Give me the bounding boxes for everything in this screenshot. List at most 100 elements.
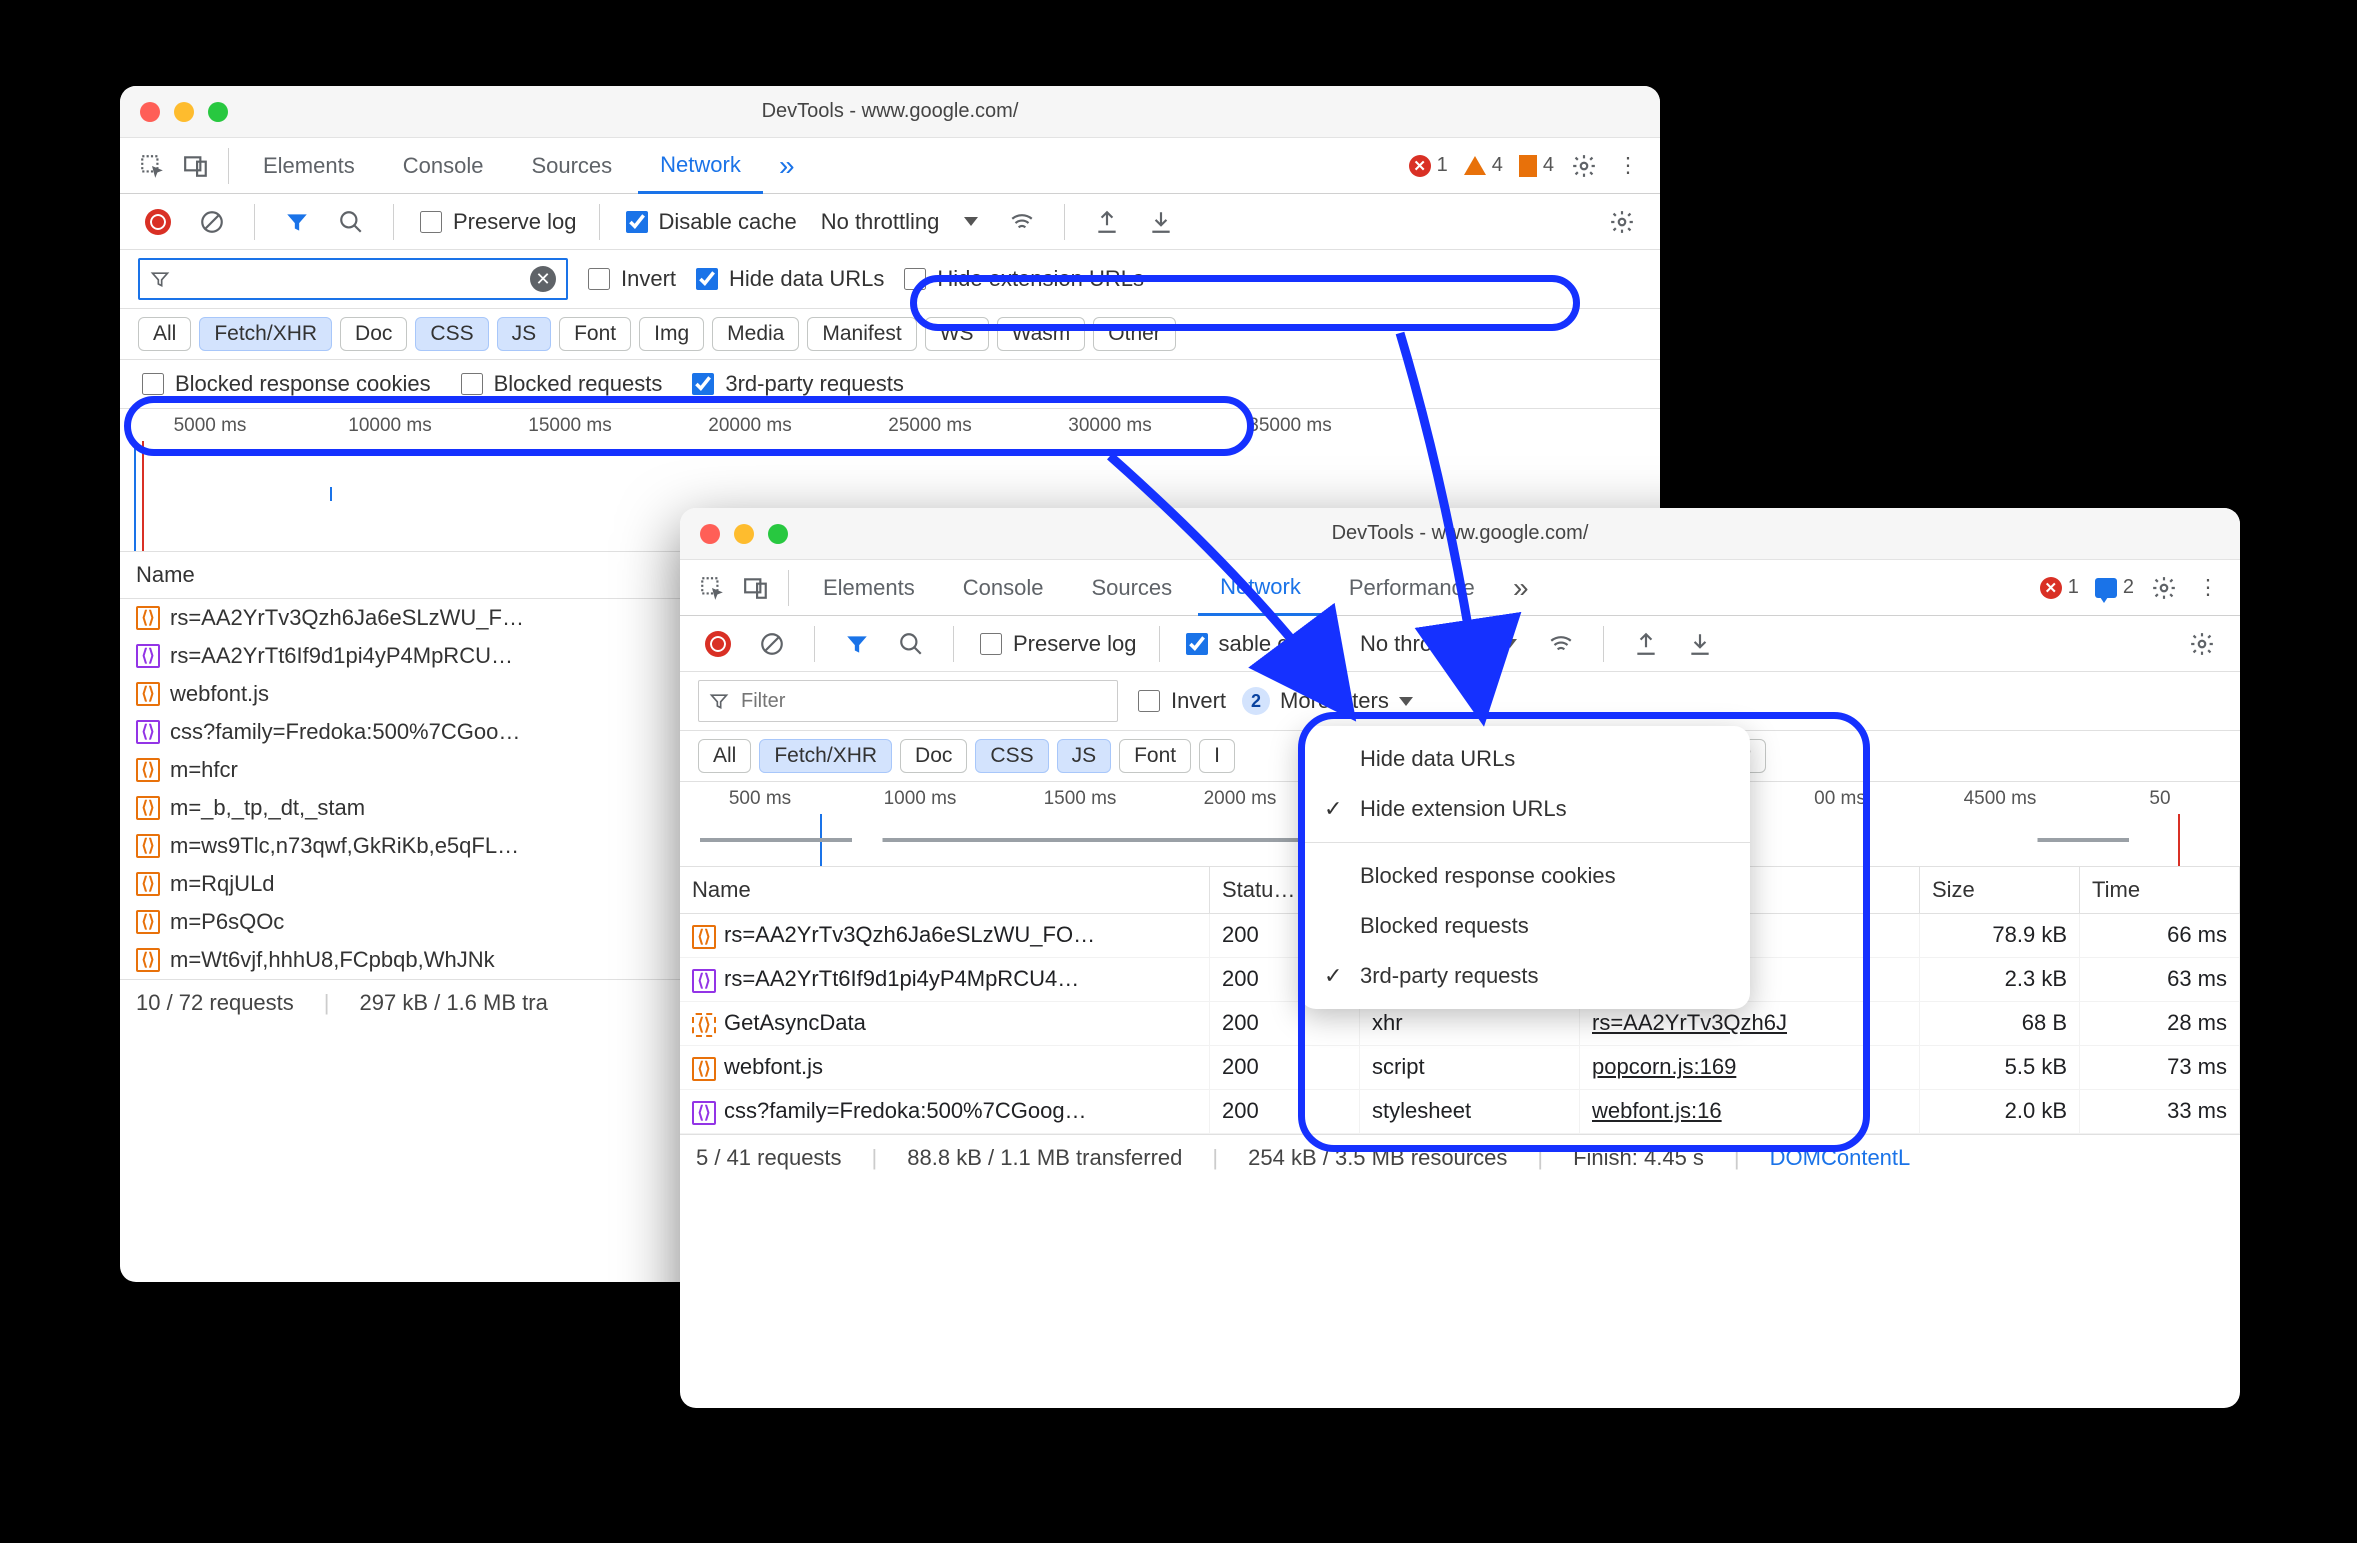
- network-settings-icon[interactable]: [2182, 624, 2222, 664]
- hide-extension-urls-checkbox[interactable]: Hide extension URLs: [900, 265, 1144, 293]
- chip-font[interactable]: Font: [559, 317, 631, 351]
- tab-performance[interactable]: Performance: [1327, 560, 1497, 615]
- disable-cache-checkbox[interactable]: sable cache: [1182, 630, 1336, 658]
- chip-font[interactable]: Font: [1119, 739, 1191, 773]
- filter-toggle-icon[interactable]: [837, 624, 877, 664]
- request-row[interactable]: ⟨⟩rs=AA2YrTt6If9d1pi4yP4MpRCU4…: [680, 958, 1210, 1002]
- kebab-menu-icon[interactable]: ⋮: [2188, 568, 2228, 608]
- chip-ws[interactable]: WS: [925, 317, 989, 351]
- tab-elements[interactable]: Elements: [801, 560, 937, 615]
- separator: [228, 148, 229, 184]
- dropdown-item-blocked-response-cookies[interactable]: Blocked response cookies: [1300, 851, 1750, 901]
- search-icon[interactable]: [331, 202, 371, 242]
- tab-elements[interactable]: Elements: [241, 138, 377, 193]
- dropdown-item-hide-extension-urls[interactable]: Hide extension URLs: [1300, 784, 1750, 834]
- dropdown-item-blocked-requests[interactable]: Blocked requests: [1300, 901, 1750, 951]
- search-icon[interactable]: [891, 624, 931, 664]
- chip-img[interactable]: Img: [639, 317, 704, 351]
- tab-sources[interactable]: Sources: [509, 138, 634, 193]
- chip-media[interactable]: Media: [712, 317, 799, 351]
- request-row[interactable]: ⟨⟩webfont.js: [680, 1046, 1210, 1090]
- settings-icon[interactable]: [1564, 146, 1604, 186]
- chip-all[interactable]: All: [138, 317, 191, 351]
- request-row[interactable]: ⟨⟩GetAsyncData: [680, 1002, 1210, 1046]
- issue-count[interactable]: 4: [1519, 154, 1554, 177]
- dropdown-item-3rd-party-requests[interactable]: 3rd-party requests: [1300, 951, 1750, 1001]
- invert-checkbox[interactable]: Invert: [1134, 687, 1226, 715]
- network-conditions-icon[interactable]: [1002, 202, 1042, 242]
- filter-input[interactable]: ✕: [138, 258, 568, 300]
- third-party-checkbox[interactable]: 3rd-party requests: [688, 370, 904, 398]
- more-tabs-icon[interactable]: »: [1501, 568, 1541, 608]
- clear-filter-icon[interactable]: ✕: [530, 266, 556, 292]
- message-count[interactable]: 2: [2095, 576, 2134, 599]
- throttling-select[interactable]: No throttling: [1350, 627, 1527, 661]
- tab-network[interactable]: Network: [1198, 561, 1323, 616]
- request-row[interactable]: ⟨⟩css?family=Fredoka:500%7CGoog…: [680, 1090, 1210, 1134]
- tick: 1000 ms: [840, 788, 1000, 810]
- status-resources: 254 kB / 3.5 MB resources: [1248, 1145, 1507, 1171]
- device-toolbar-icon[interactable]: [736, 568, 776, 608]
- filter-toggle-icon[interactable]: [277, 202, 317, 242]
- tab-sources[interactable]: Sources: [1069, 560, 1194, 615]
- status-finish: Finish: 4.45 s: [1573, 1145, 1704, 1171]
- more-filters-dropdown[interactable]: Hide data URLsHide extension URLs Blocked…: [1300, 726, 1750, 1009]
- disable-cache-checkbox[interactable]: Disable cache: [622, 208, 797, 236]
- chip-js[interactable]: JS: [1057, 739, 1112, 773]
- kebab-menu-icon[interactable]: ⋮: [1608, 146, 1648, 186]
- preserve-log-checkbox[interactable]: Preserve log: [976, 630, 1137, 658]
- chip-js[interactable]: JS: [497, 317, 552, 351]
- record-button[interactable]: [698, 624, 738, 664]
- chip-wasm[interactable]: Wasm: [997, 317, 1086, 351]
- download-har-icon[interactable]: [1141, 202, 1181, 242]
- hide-data-urls-checkbox[interactable]: Hide data URLs: [692, 265, 884, 293]
- error-count[interactable]: ✕1: [1409, 154, 1448, 177]
- record-button[interactable]: [138, 202, 178, 242]
- blocked-cookies-checkbox[interactable]: Blocked response cookies: [138, 370, 431, 398]
- column-header[interactable]: Time: [2080, 867, 2240, 914]
- blocked-requests-checkbox[interactable]: Blocked requests: [457, 370, 663, 398]
- more-filters-button[interactable]: 2 More filters: [1242, 687, 1413, 715]
- filter-input[interactable]: [698, 680, 1118, 722]
- error-count[interactable]: ✕1: [2040, 576, 2079, 599]
- chip-all[interactable]: All: [698, 739, 751, 773]
- chip-other[interactable]: Other: [1093, 317, 1176, 351]
- chip-manifest[interactable]: Manifest: [807, 317, 916, 351]
- chip-doc[interactable]: Doc: [340, 317, 407, 351]
- preserve-log-checkbox[interactable]: Preserve log: [416, 208, 577, 236]
- request-row[interactable]: ⟨⟩rs=AA2YrTv3Qzh6Ja6eSLzWU_FO…: [680, 914, 1210, 958]
- upload-har-icon[interactable]: [1626, 624, 1666, 664]
- chip-fetchxhr[interactable]: Fetch/XHR: [199, 317, 332, 351]
- js-file-icon: ⟨⟩: [692, 1057, 716, 1081]
- dropdown-item-hide-data-urls[interactable]: Hide data URLs: [1300, 734, 1750, 784]
- chip-fetchxhr[interactable]: Fetch/XHR: [759, 739, 892, 773]
- tab-console[interactable]: Console: [941, 560, 1066, 615]
- download-har-icon[interactable]: [1680, 624, 1720, 664]
- network-conditions-icon[interactable]: [1541, 624, 1581, 664]
- inspect-icon[interactable]: [692, 568, 732, 608]
- column-header[interactable]: Size: [1920, 867, 2080, 914]
- inspect-icon[interactable]: [132, 146, 172, 186]
- more-tabs-icon[interactable]: »: [767, 146, 807, 186]
- settings-icon[interactable]: [2144, 568, 2184, 608]
- invert-checkbox[interactable]: Invert: [584, 265, 676, 293]
- clear-button[interactable]: [752, 624, 792, 664]
- column-header[interactable]: Name: [680, 867, 1210, 914]
- network-settings-icon[interactable]: [1602, 202, 1642, 242]
- chip-doc[interactable]: Doc: [900, 739, 967, 773]
- chip-css[interactable]: CSS: [415, 317, 488, 351]
- chip-i[interactable]: I: [1199, 739, 1235, 773]
- initiator-cell[interactable]: popcorn.js:169: [1580, 1046, 1920, 1090]
- window-title: DevTools - www.google.com/: [680, 522, 2240, 545]
- throttling-select[interactable]: No throttling: [811, 205, 988, 239]
- tab-network[interactable]: Network: [638, 139, 763, 194]
- more-filters-count: 2: [1242, 687, 1270, 715]
- initiator-cell[interactable]: webfont.js:16: [1580, 1090, 1920, 1134]
- tab-console[interactable]: Console: [381, 138, 506, 193]
- chip-css[interactable]: CSS: [975, 739, 1048, 773]
- cell: 73 ms: [2080, 1046, 2240, 1090]
- warning-count[interactable]: 4: [1464, 154, 1503, 177]
- clear-button[interactable]: [192, 202, 232, 242]
- device-toolbar-icon[interactable]: [176, 146, 216, 186]
- upload-har-icon[interactable]: [1087, 202, 1127, 242]
